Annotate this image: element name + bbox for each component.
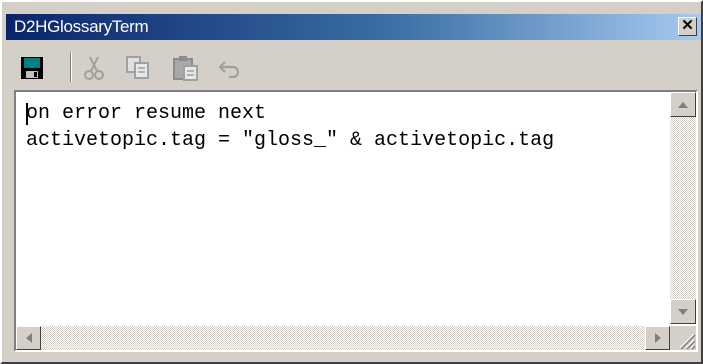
- scroll-up-button[interactable]: [670, 92, 696, 117]
- scroll-right-button[interactable]: [645, 326, 670, 350]
- resize-grip[interactable]: [670, 326, 696, 350]
- save-icon: [21, 57, 43, 79]
- vertical-scrollbar[interactable]: [670, 92, 696, 324]
- code-line: activetopic.tag = "gloss_" & activetopic…: [26, 129, 555, 152]
- scissors-icon: [84, 56, 104, 80]
- resize-grip-icon: [679, 333, 696, 350]
- code-text[interactable]: on error resume next activetopic.tag = "g…: [26, 100, 666, 154]
- save-button[interactable]: [16, 52, 48, 84]
- copy-icon: [126, 56, 149, 79]
- code-line: on error resume next: [26, 102, 267, 125]
- arrow-right-icon: [654, 333, 661, 343]
- undo-button[interactable]: [214, 52, 246, 84]
- close-icon: ✕: [681, 17, 694, 34]
- paste-icon: [173, 56, 198, 81]
- toolbar: [10, 48, 700, 88]
- text-caret: [26, 103, 28, 125]
- script-editor-window: D2HGlossaryTerm ✕ on error resume next a…: [0, 0, 703, 364]
- arrow-down-icon: [678, 308, 688, 315]
- copy-button[interactable]: [122, 52, 154, 84]
- window-title: D2HGlossaryTerm: [14, 17, 149, 36]
- horizontal-scrollbar[interactable]: [16, 326, 670, 350]
- title-bar[interactable]: D2HGlossaryTerm ✕: [6, 14, 701, 40]
- close-button[interactable]: ✕: [678, 17, 697, 36]
- toolbar-separator: [70, 52, 72, 82]
- arrow-up-icon: [678, 101, 688, 108]
- arrow-left-icon: [25, 333, 32, 343]
- code-editor[interactable]: on error resume next activetopic.tag = "g…: [14, 90, 698, 352]
- scroll-down-button[interactable]: [670, 299, 696, 324]
- cut-button[interactable]: [78, 52, 110, 84]
- scroll-left-button[interactable]: [16, 326, 41, 350]
- undo-icon: [218, 61, 240, 79]
- paste-button[interactable]: [170, 52, 202, 84]
